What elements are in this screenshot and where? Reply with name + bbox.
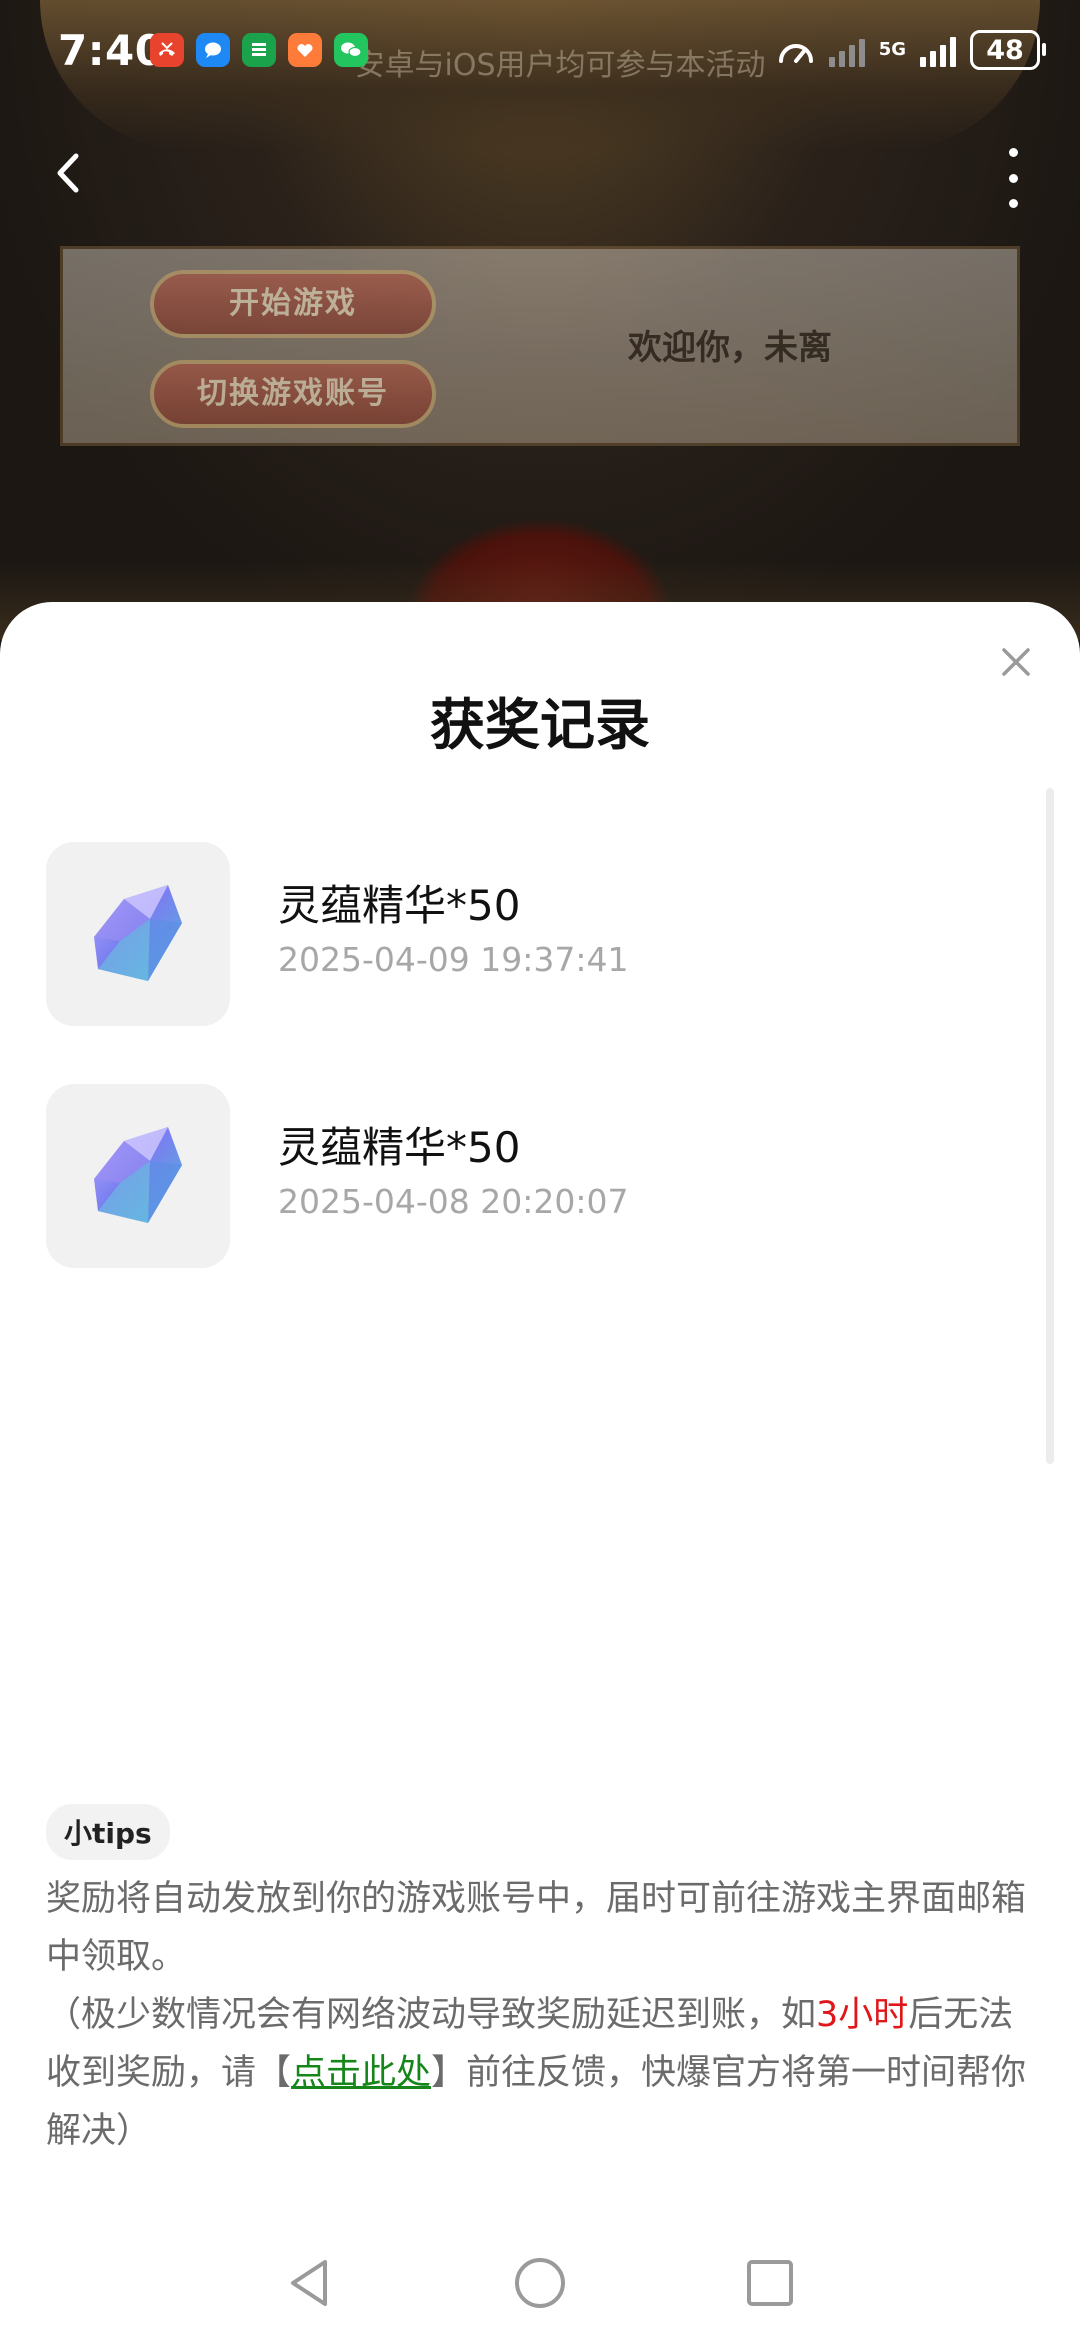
battery-indicator: 48 bbox=[970, 30, 1046, 70]
status-right: 5G 48 bbox=[777, 30, 1046, 70]
record-list[interactable]: 灵蕴精华*50 2025-04-09 19:37:41 灵蕴精华*50 2025… bbox=[0, 842, 1080, 1326]
missed-call-icon bbox=[150, 33, 184, 67]
welcome-text: 欢迎你，未离 bbox=[628, 328, 832, 368]
system-nav-bar bbox=[0, 2240, 1080, 2340]
cell-signal-icon bbox=[920, 33, 956, 67]
tips-badge: 小tips bbox=[46, 1804, 170, 1860]
notification-icons bbox=[150, 33, 368, 67]
tips-body: 奖励将自动发放到你的游戏账号中，届时可前往游戏主界面邮箱中领取。 （极少数情况会… bbox=[46, 1870, 1036, 2160]
tips-line-1: 奖励将自动发放到你的游戏账号中，届时可前往游戏主界面邮箱中领取。 bbox=[46, 1879, 1027, 1977]
nav-back-button[interactable] bbox=[283, 2256, 337, 2310]
record-item: 灵蕴精华*50 2025-04-08 20:20:07 bbox=[0, 1084, 1080, 1326]
more-options-button[interactable] bbox=[998, 148, 1028, 208]
crystal-icon bbox=[46, 842, 230, 1026]
tips-line-2: （极少数情况会有网络波动导致奖励延迟到账，如3小时后无法收到奖励，请【点击此处】… bbox=[46, 1986, 1036, 2160]
wifi-signal-icon bbox=[828, 33, 865, 67]
record-item-name: 灵蕴精华*50 bbox=[278, 881, 521, 930]
scrollbar[interactable] bbox=[1046, 788, 1054, 1464]
record-item-time: 2025-04-09 19:37:41 bbox=[278, 940, 629, 979]
crystal-icon bbox=[46, 1084, 230, 1268]
prize-record-sheet: 获奖记录 灵蕴精华*50 2025-04-09 19:37:41 灵蕴精华*50… bbox=[0, 602, 1080, 2340]
nav-recents-button[interactable] bbox=[743, 2256, 797, 2310]
status-bar: 7:40 5G 48 bbox=[0, 0, 1080, 104]
switch-account-button[interactable]: 切换游戏账号 bbox=[150, 360, 436, 428]
top-nav bbox=[0, 120, 1080, 220]
circle-home-icon bbox=[515, 2258, 565, 2308]
health-app-icon bbox=[288, 33, 322, 67]
close-icon bbox=[1002, 648, 1030, 676]
status-time: 7:40 bbox=[58, 26, 165, 75]
tips-section: 小tips 奖励将自动发放到你的游戏账号中，届时可前往游戏主界面邮箱中领取。 （… bbox=[46, 1804, 1036, 2160]
nav-home-button[interactable] bbox=[513, 2256, 567, 2310]
triangle-back-icon bbox=[291, 2260, 327, 2306]
delay-hours-highlight: 3小时 bbox=[816, 1995, 909, 2035]
feedback-link[interactable]: 点击此处 bbox=[291, 2053, 431, 2093]
record-item-name: 灵蕴精华*50 bbox=[278, 1123, 521, 1172]
speedometer-icon bbox=[778, 44, 813, 63]
record-item: 灵蕴精华*50 2025-04-09 19:37:41 bbox=[0, 842, 1080, 1084]
record-item-time: 2025-04-08 20:20:07 bbox=[278, 1182, 629, 1221]
chevron-left-icon bbox=[57, 153, 79, 193]
square-recents-icon bbox=[747, 2260, 793, 2306]
sheet-title: 获奖记录 bbox=[429, 693, 650, 757]
wechat-icon bbox=[334, 33, 368, 67]
close-button[interactable] bbox=[996, 642, 1036, 682]
messages-icon bbox=[196, 33, 230, 67]
transit-app-icon bbox=[242, 33, 276, 67]
network-label: 5G bbox=[878, 39, 906, 60]
tips-text-a: （极少数情况会有网络波动导致奖励延迟到账，如 bbox=[46, 1995, 817, 2035]
start-game-button[interactable]: 开始游戏 bbox=[150, 270, 436, 338]
back-button[interactable] bbox=[44, 148, 94, 198]
